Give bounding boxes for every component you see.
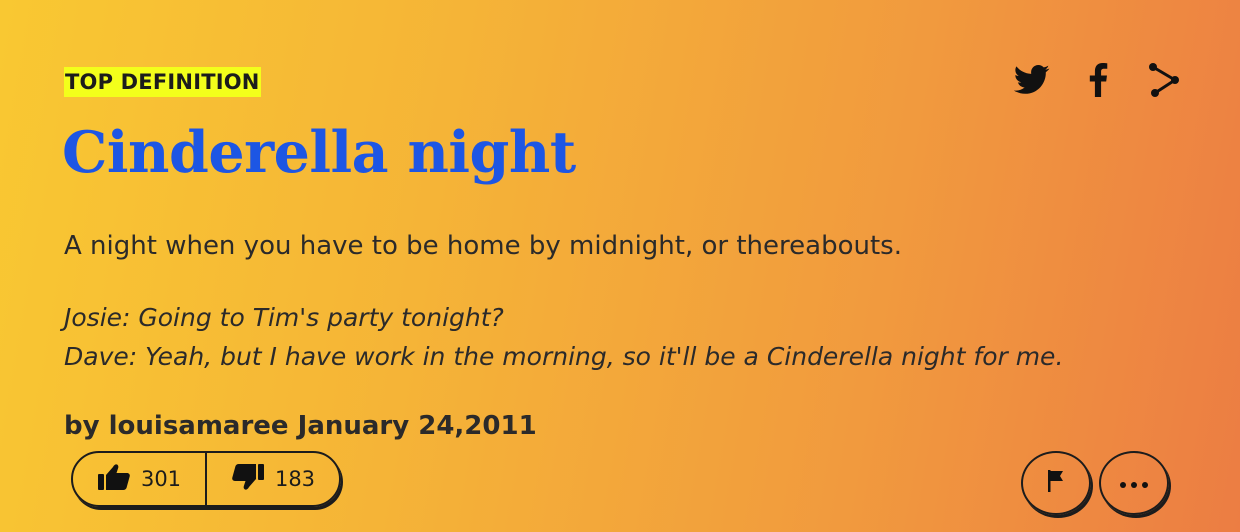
example-line: Dave: Yeah, but I have work in the morni… bbox=[64, 342, 1064, 371]
contribution-date: January 24,2011 bbox=[297, 411, 537, 441]
top-definition-badge: TOP DEFINITION bbox=[64, 67, 261, 97]
author-link[interactable]: louisamaree bbox=[109, 411, 289, 441]
flag-button[interactable] bbox=[1021, 451, 1091, 515]
example-line: Josie: Going to Tim's party tonight? bbox=[64, 303, 504, 332]
thumbs-up-icon bbox=[97, 463, 131, 496]
downvote-count: 183 bbox=[274, 467, 316, 491]
more-icon bbox=[1119, 474, 1149, 493]
flag-icon bbox=[1047, 469, 1065, 497]
downvote-button[interactable]: 183 bbox=[207, 453, 339, 505]
definition-example: Josie: Going to Tim's party tonight? Dav… bbox=[64, 298, 1063, 376]
definition-meaning: A night when you have to be home by midn… bbox=[64, 231, 902, 261]
share-icon[interactable] bbox=[1144, 60, 1184, 100]
upvote-button[interactable]: 301 bbox=[73, 453, 207, 505]
twitter-icon[interactable] bbox=[1012, 60, 1052, 100]
contributor-line: by louisamaree January 24,2011 bbox=[64, 405, 537, 447]
facebook-icon[interactable] bbox=[1078, 60, 1118, 100]
definition-word[interactable]: Cinderella night bbox=[62, 112, 576, 194]
vote-buttons: 301 183 bbox=[71, 451, 341, 507]
share-bar bbox=[1012, 60, 1184, 100]
thumbs-down-icon bbox=[231, 463, 265, 496]
upvote-count: 301 bbox=[140, 467, 182, 491]
contributor-prefix: by bbox=[64, 411, 100, 441]
more-options-button[interactable] bbox=[1099, 451, 1169, 515]
definition-card: TOP DEFINITION Cinderella night A night … bbox=[0, 0, 1240, 532]
